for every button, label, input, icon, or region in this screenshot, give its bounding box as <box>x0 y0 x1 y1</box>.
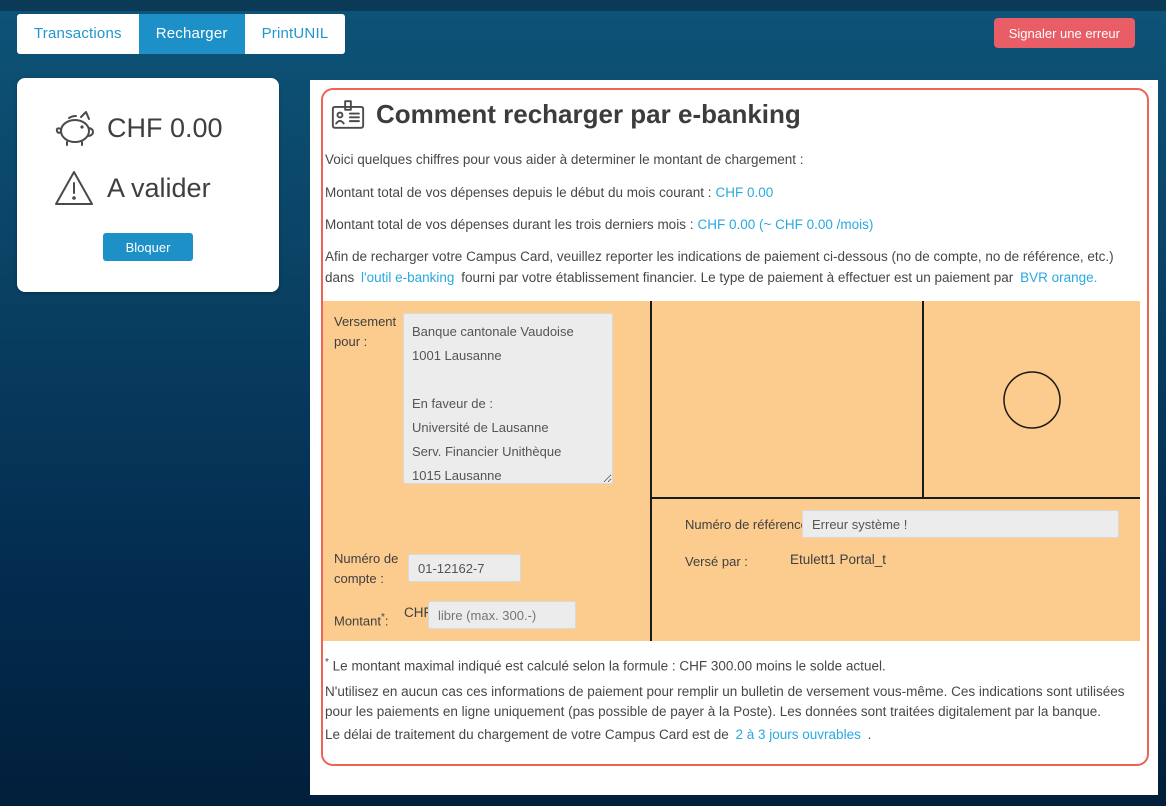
bvr-divider-vertical-2 <box>922 301 924 497</box>
footnote-delay-text: Le délai de traitement du chargement de … <box>325 727 729 742</box>
reference-number-label: Numéro de référence : <box>685 515 815 535</box>
spent-month-value: CHF 0.00 <box>716 185 774 200</box>
footnote-max-amount-text: Le montant maximal indiqué est calculé s… <box>333 659 886 674</box>
balance-amount: CHF 0.00 <box>107 113 223 144</box>
bvr-divider-vertical-1 <box>650 301 652 641</box>
report-error-button[interactable]: Signaler une erreur <box>994 18 1135 48</box>
spent-3months-label: Montant total de vos dépenses durant les… <box>325 217 693 232</box>
intro-text: Voici quelques chiffres pour vous aider … <box>325 149 1133 170</box>
top-strip <box>0 0 1166 11</box>
main-panel: Comment recharger par e-banking Voici qu… <box>310 80 1158 795</box>
amount-input[interactable] <box>428 601 576 629</box>
amount-label-colon: : <box>385 613 389 628</box>
instructions-part2: fourni par votre établissement financier… <box>461 270 1013 285</box>
balance-card: CHF 0.00 A valider Bloquer <box>17 78 279 292</box>
recharge-info-card: Comment recharger par e-banking Voici qu… <box>321 88 1149 766</box>
bvr-divider-horizontal <box>650 497 1140 499</box>
ebanking-tool-link[interactable]: l'outil e-banking <box>361 270 454 285</box>
paid-by-value: Etulett1 Portal_t <box>790 552 886 567</box>
footnote-asterisk: * <box>325 657 329 668</box>
status-text: A valider <box>107 173 211 204</box>
bvr-orange-link[interactable]: BVR orange. <box>1020 270 1097 285</box>
page-title: Comment recharger par e-banking <box>376 99 801 130</box>
spent-3months-line: Montant total de vos dépenses durant les… <box>325 214 1133 235</box>
processing-delay-link[interactable]: 2 à 3 jours ouvrables <box>736 727 861 742</box>
page-title-row: Comment recharger par e-banking <box>330 98 801 131</box>
reference-number-input[interactable] <box>802 510 1119 538</box>
footnote-warning: N'utilisez en aucun cas ces informations… <box>325 682 1137 722</box>
payee-label: Versement pour : <box>334 312 400 352</box>
balance-row: CHF 0.00 <box>51 106 223 150</box>
warning-icon <box>51 166 97 210</box>
tab-recharger[interactable]: Recharger <box>139 14 245 54</box>
footnote-max-amount: * Le montant maximal indiqué est calculé… <box>325 652 1133 677</box>
status-row: A valider <box>51 166 211 210</box>
account-number-input[interactable] <box>408 554 521 582</box>
tab-bar: Transactions Recharger PrintUNIL <box>17 14 345 54</box>
spent-3months-value: CHF 0.00 (~ CHF 0.00 /mois) <box>697 217 873 232</box>
paid-by-label: Versé par : <box>685 552 748 572</box>
spent-month-line: Montant total de vos dépenses depuis le … <box>325 182 1133 203</box>
piggy-bank-icon <box>51 106 97 150</box>
id-card-icon <box>330 98 366 131</box>
amount-label-text: Montant <box>334 613 381 628</box>
spent-month-label: Montant total de vos dépenses depuis le … <box>325 185 712 200</box>
footnote-delay: Le délai de traitement du chargement de … <box>325 724 1133 745</box>
account-number-label: Numéro de compte : <box>334 549 406 589</box>
tab-printunil[interactable]: PrintUNIL <box>245 14 346 54</box>
bvr-payment-slip: Versement pour : Banque cantonale Vaudoi… <box>323 301 1140 641</box>
bvr-stamp-circle <box>1001 369 1063 431</box>
instructions-text: Afin de recharger votre Campus Card, veu… <box>325 246 1133 288</box>
amount-label: Montant*: <box>334 608 389 631</box>
payee-textarea[interactable]: Banque cantonale Vaudoise 1001 Lausanne … <box>403 313 613 484</box>
footnote-delay-period: . <box>868 727 872 742</box>
block-card-button[interactable]: Bloquer <box>103 233 193 261</box>
tab-transactions[interactable]: Transactions <box>17 14 139 54</box>
